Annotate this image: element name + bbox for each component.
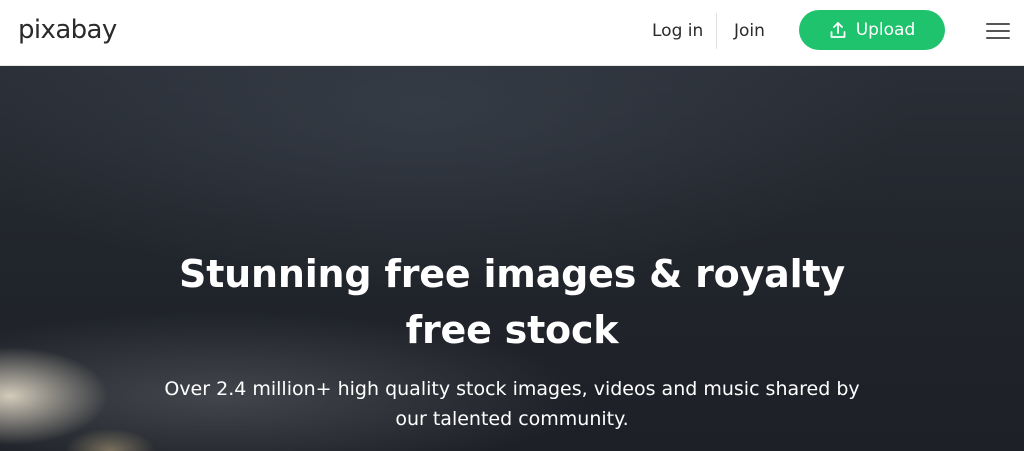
join-link[interactable]: Join — [734, 20, 765, 42]
upload-button[interactable]: Upload — [799, 10, 945, 50]
top-navigation-bar: pixabay Log in Join Upload — [0, 0, 1024, 66]
hero-title: Stunning free images & royalty free stoc… — [179, 252, 845, 352]
upload-button-label: Upload — [855, 20, 916, 40]
hamburger-menu-icon[interactable] — [986, 21, 1010, 41]
hero-subtitle: Over 2.4 million+ high quality stock ima… — [164, 378, 860, 430]
pixabay-logo[interactable]: pixabay — [18, 15, 117, 45]
login-link[interactable]: Log in — [652, 20, 703, 42]
nav-divider — [716, 13, 717, 49]
hero-banner: Stunning free images & royalty free stoc… — [0, 66, 1024, 451]
upload-icon — [829, 21, 847, 39]
